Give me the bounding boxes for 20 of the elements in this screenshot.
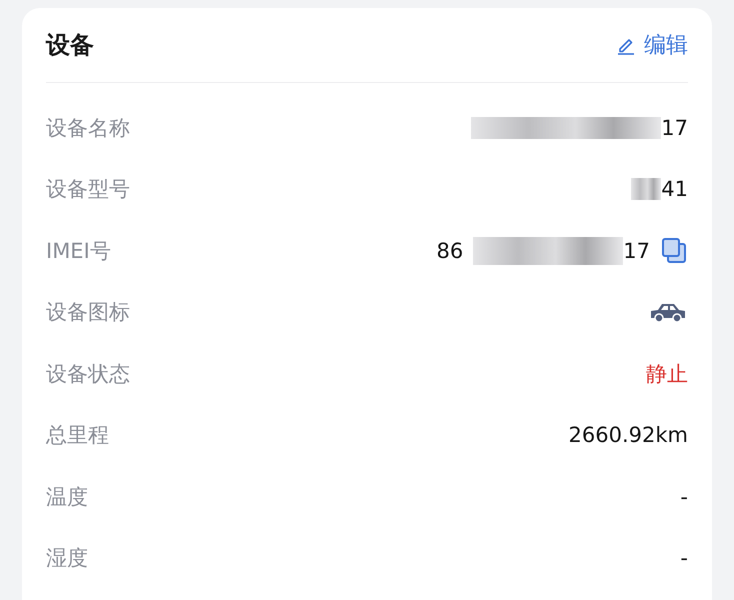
field-value: 41 [661, 177, 688, 202]
field-label: 总里程 [46, 422, 109, 450]
field-value: 86 [436, 238, 464, 263]
field-label: 设备型号 [46, 176, 130, 204]
field-value: 17 [661, 116, 688, 140]
field-value: 2660.92km [568, 423, 688, 448]
field-value: 17 [623, 238, 650, 263]
field-label: 设备名称 [46, 114, 130, 142]
status-value: 静止 [646, 360, 688, 388]
redaction-blur [631, 178, 662, 200]
edit-link[interactable]: 编辑 [616, 30, 688, 60]
field-label: 温度 [46, 484, 88, 511]
copy-icon[interactable] [660, 236, 688, 265]
field-value: - [680, 484, 688, 509]
field-label: 设备图标 [46, 299, 130, 326]
card-title: 设备 [46, 30, 94, 61]
field-value: - [680, 546, 688, 570]
field-label: 设备状态 [46, 360, 130, 388]
field-label: 湿度 [46, 545, 88, 572]
field-label: IMEI号 [46, 238, 111, 265]
